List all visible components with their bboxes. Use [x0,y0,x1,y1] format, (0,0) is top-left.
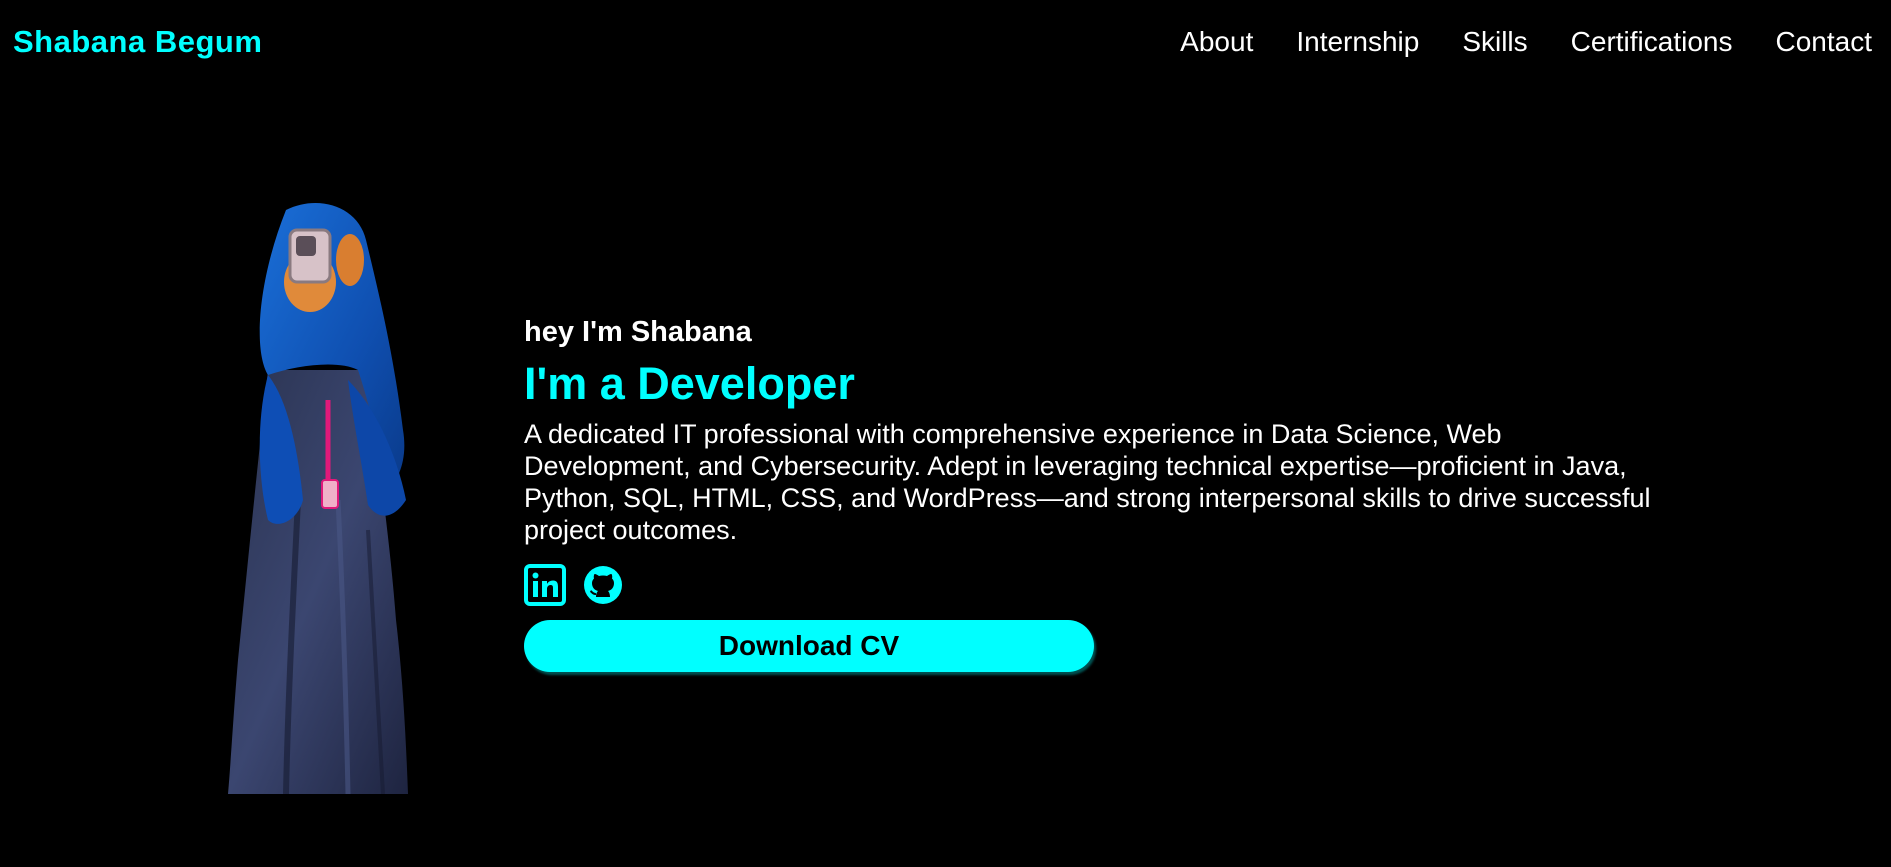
site-logo[interactable]: Shabana Begum [13,24,262,60]
nav-internship[interactable]: Internship [1296,24,1419,60]
role-title: I'm a Developer [524,358,855,409]
linkedin-icon [524,564,566,606]
social-links [524,564,1674,606]
nav-certifications[interactable]: Certifications [1571,24,1733,60]
greeting-text: hey I'm Shabana [524,316,752,348]
github-link[interactable] [582,564,624,606]
profile-photo [228,202,408,794]
github-icon [584,566,622,604]
page: Shabana Begum About Internship Skills Ce… [0,0,1891,867]
nav-skills[interactable]: Skills [1462,24,1527,60]
hero-section: hey I'm Shabana I'm a Developer A dedica… [524,314,1674,672]
nav-contact[interactable]: Contact [1776,24,1873,60]
nav-about[interactable]: About [1180,24,1253,60]
download-cv-button[interactable]: Download CV [524,620,1094,672]
main-nav: About Internship Skills Certifications C… [1180,24,1872,60]
profile-description: A dedicated IT professional with compreh… [524,419,1651,545]
linkedin-link[interactable] [524,564,566,606]
